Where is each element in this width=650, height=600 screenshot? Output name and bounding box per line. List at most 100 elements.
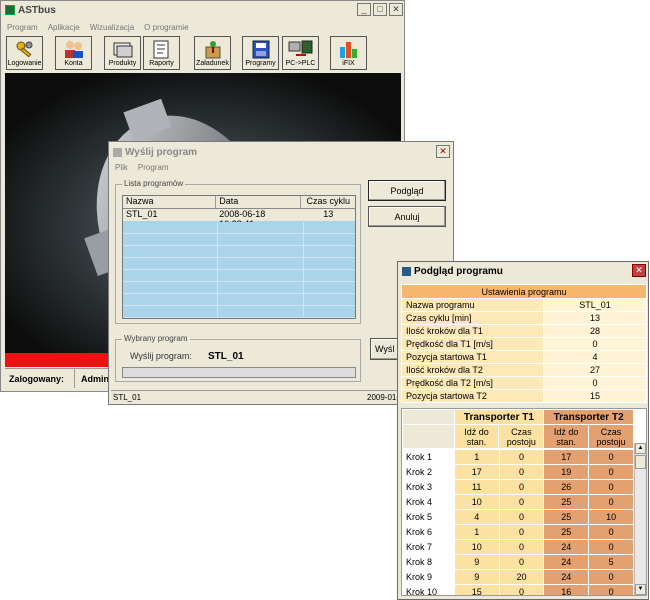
t1-go-cell: 10 [453,539,500,555]
menu-program[interactable]: Program [7,23,38,32]
program-list[interactable]: Nazwa Data Czas cyklu STL_01 2008-06-18 … [122,195,356,319]
t1-go-cell: 4 [453,509,500,525]
preview-close-button[interactable]: ✕ [632,264,646,277]
step-label: Krok 5 [402,509,455,525]
settings-table: Ustawienia programu Nazwa programu STL_01… [401,284,647,403]
toolbar-zaladunek-button[interactable]: Załadunek [194,36,231,70]
table-row: Krok 3 11 0 26 0 [402,479,634,495]
send-dialog-close-button[interactable]: ✕ [436,145,450,158]
main-title: ASTbus [18,4,56,16]
scroll-down-icon[interactable]: ▼ [635,584,646,595]
program-icon [252,40,269,59]
t2-stop-cell: 0 [588,464,634,480]
steps-corner-sub [402,424,455,449]
setting-label: Czas cyklu [min] [401,311,544,325]
table-row: Krok 9 9 20 24 0 [402,569,634,585]
t1-go-cell: 17 [453,464,500,480]
setting-value: STL_01 [543,298,647,312]
row-name: STL_01 [126,209,158,219]
send-dialog-title: Wyślij program [125,146,198,158]
t1-go-cell: 1 [453,449,500,465]
t1-stop-cell: 0 [498,524,545,540]
t2-stop-cell: 5 [588,554,634,570]
folders-icon [113,42,132,58]
t1-go-cell: 1 [453,524,500,540]
selected-program-group: Wybrany program Wyślij program: STL_01 [115,334,361,382]
ifix-icon [339,42,357,58]
steps-table: Transporter T1 Transporter T2 Idź do sta… [402,409,634,449]
t2-go-cell: 24 [543,554,590,570]
table-row: Krok 1 1 0 17 0 [402,449,634,465]
close-button[interactable]: ✕ [389,3,403,16]
t2-go-cell: 16 [543,584,590,595]
toolbar-programy-button[interactable]: Programy [242,36,279,70]
t1-stop-cell: 0 [498,539,545,555]
t2-go-cell: 25 [543,494,590,510]
table-row: Krok 2 17 0 19 0 [402,464,634,480]
t1-stop-cell: 20 [498,569,545,585]
table-row: Krok 8 9 0 24 5 [402,554,634,570]
list-col-divider-1 [217,222,218,318]
t2-stop-cell: 0 [588,494,634,510]
t2-stop-cell: 0 [588,524,634,540]
table-row: Krok 5 4 0 25 10 [402,509,634,525]
menu-o-programie[interactable]: O programie [144,23,188,32]
setting-value: 4 [543,350,647,364]
t2-go-header: Idź do stan. [543,424,590,449]
t2-go-cell: 25 [543,509,590,525]
maximize-button[interactable]: □ [373,3,387,16]
setting-label: Pozycja startowa T2 [401,389,544,403]
t2-go-cell: 26 [543,479,590,495]
col-czas-cyklu[interactable]: Czas cyklu [301,196,355,208]
setting-value: 0 [543,376,647,390]
toolbar-pc-plc-button[interactable]: PC->PLC [282,36,319,70]
steps-scrollbar[interactable]: ▲ ▼ [634,443,646,595]
t1-go-cell: 15 [453,584,500,595]
menu-wizualizacja[interactable]: Wizualizacja [90,23,134,32]
preview-icon [402,266,411,276]
scroll-thumb[interactable] [635,455,646,469]
toolbar-logowanie-button[interactable]: Logowanie [6,36,43,70]
menu-program-dialog[interactable]: Program [138,163,169,172]
preview-button[interactable]: Podgląd [368,180,446,201]
t2-go-cell: 17 [543,449,590,465]
t2-stop-cell: 0 [588,449,634,465]
menu-plik[interactable]: Plik [115,163,128,172]
scroll-up-icon[interactable]: ▲ [635,443,646,454]
t2-go-cell: 24 [543,569,590,585]
step-label: Krok 9 [402,569,455,585]
menu-aplikacje[interactable]: Aplikacje [48,23,80,32]
t2-stop-cell: 0 [588,569,634,585]
main-titlebar[interactable]: ASTbus [1,1,404,19]
t2-stop-cell: 0 [588,479,634,495]
minimize-button[interactable]: _ [357,3,371,16]
preview-window: Podgląd programu ✕ Ustawienia programu N… [397,261,649,600]
status-user: Admin [81,373,109,384]
setting-value: 15 [543,389,647,403]
setting-label: Pozycja startowa T1 [401,350,544,364]
col-data[interactable]: Data [216,196,302,208]
table-row[interactable]: STL_01 2008-06-18 10:38:41 13 [123,209,355,229]
t1-stop-cell: 0 [498,509,545,525]
setting-label: Prędkość dla T1 [m/s] [401,337,544,351]
toolbar-ifix-button[interactable]: iFIX [330,36,367,70]
table-row: Krok 6 1 0 25 0 [402,524,634,540]
table-row: Krok 4 10 0 25 0 [402,494,634,510]
row-cycle: 13 [323,209,334,219]
step-label: Krok 3 [402,479,455,495]
table-row: Krok 7 10 0 24 0 [402,539,634,555]
t2-header: Transporter T2 [543,409,634,425]
t2-go-cell: 19 [543,464,590,480]
send-program-label: Wyślij program: [130,351,192,361]
col-nazwa[interactable]: Nazwa [123,196,217,208]
toolbar-konta-button[interactable]: Konta [55,36,92,70]
setting-value: 28 [543,324,647,338]
t1-stop-cell: 0 [498,449,545,465]
send-dialog-titlebar[interactable]: Wyślij program [109,142,453,162]
list-grid [123,222,355,318]
preview-titlebar[interactable]: Podgląd programu [398,262,648,280]
toolbar-produkty-button[interactable]: Produkty [104,36,141,70]
toolbar-raporty-button[interactable]: Raporty [143,36,180,70]
t1-stop-cell: 0 [498,464,545,480]
cancel-button[interactable]: Anuluj [368,206,446,227]
